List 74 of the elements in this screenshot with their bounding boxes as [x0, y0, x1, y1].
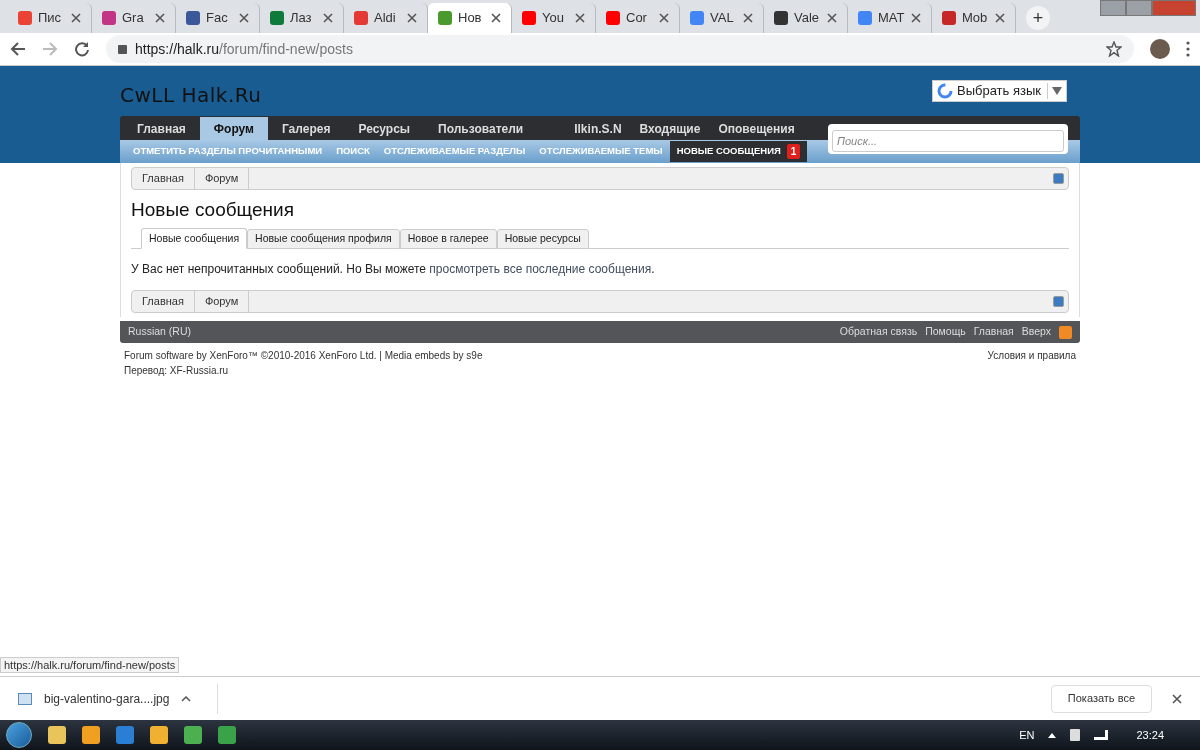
- avatar-icon[interactable]: [1150, 39, 1170, 59]
- clock-text[interactable]: 23:24: [1136, 726, 1164, 744]
- page-title: Новые сообщения: [131, 198, 295, 222]
- breadcrumb-link[interactable]: Главная: [132, 291, 195, 312]
- content-tab[interactable]: Новые сообщения: [141, 228, 248, 249]
- close-icon[interactable]: [575, 13, 585, 23]
- tab-title: Gra: [122, 9, 144, 28]
- tab-title: Aldi: [374, 9, 396, 28]
- address-field[interactable]: https://halk.ru/forum/find-new/posts: [106, 35, 1134, 63]
- nav-link[interactable]: Входящие: [630, 117, 710, 140]
- browser-tab[interactable]: Нов: [428, 3, 512, 33]
- translation-link[interactable]: Перевод: XF-Russia.ru: [124, 363, 483, 378]
- search-field[interactable]: Поиск...: [832, 130, 1064, 152]
- star-icon[interactable]: [1106, 41, 1122, 57]
- tab-title: Пис: [38, 9, 62, 28]
- content-tab[interactable]: Новые сообщения профиля: [247, 229, 400, 249]
- count-badge: 1: [786, 144, 801, 159]
- close-icon[interactable]: [827, 13, 837, 23]
- tab-title: Cor: [626, 9, 647, 28]
- status-message: У Вас нет непрочитанных сообщений. Но Вы можете просмотреть все последние сообщения.: [131, 261, 656, 278]
- breadcrumb-link[interactable]: Форум: [194, 168, 250, 189]
- breadcrumb-link[interactable]: Форум: [194, 291, 250, 312]
- language-link[interactable]: Russian (RU): [128, 324, 191, 340]
- nav-link[interactable]: Ilkin.S.N: [565, 117, 631, 140]
- show-all-button[interactable]: Показать все: [1050, 684, 1152, 713]
- close-icon[interactable]: [239, 13, 249, 23]
- caret-icon: [1052, 87, 1062, 95]
- close-icon[interactable]: [155, 13, 165, 23]
- start-button[interactable]: [6, 722, 32, 748]
- tab-title: Vale: [794, 9, 820, 28]
- subnav-link[interactable]: НОВЫЕ СООБЩЕНИЯ 1: [669, 141, 808, 162]
- close-icon[interactable]: [743, 13, 753, 23]
- new-tab-button[interactable]: +: [1026, 6, 1050, 30]
- tab-title: Mob: [962, 9, 988, 28]
- nav-tab[interactable]: Пользователи: [424, 117, 538, 140]
- language-dropdown[interactable]: Выбрать язык: [932, 80, 1067, 102]
- tab-title: You: [542, 9, 564, 28]
- close-icon[interactable]: [491, 13, 501, 23]
- status-url: https://halk.ru/forum/find-new/posts: [0, 657, 180, 673]
- tab-title: Нов: [458, 9, 482, 28]
- close-icon[interactable]: [407, 13, 417, 23]
- tab-title: Лаз: [290, 9, 312, 28]
- tab-title: MAT: [878, 9, 905, 28]
- tab-title: Fac: [206, 9, 228, 28]
- nav-tab[interactable]: Форум: [199, 117, 268, 140]
- footer-link[interactable]: Главная: [973, 324, 1014, 340]
- language-indicator[interactable]: EN: [1019, 726, 1035, 744]
- breadcrumb-link[interactable]: Главная: [132, 168, 195, 189]
- back-icon[interactable]: [10, 42, 26, 56]
- caret-icon[interactable]: [181, 695, 192, 702]
- copyright-text: Forum software by XenForo™ ©2010-2016 XenForo Ltd. | Media embeds by s9e: [124, 349, 483, 363]
- close-icon[interactable]: [911, 13, 921, 23]
- footer-link[interactable]: Помощь: [925, 324, 966, 340]
- content-tab[interactable]: Новое в галерее: [399, 229, 497, 249]
- footer-link[interactable]: Обратная связь: [839, 324, 918, 340]
- reload-icon[interactable]: [74, 41, 90, 57]
- tray-arrow-icon[interactable]: [1048, 732, 1057, 738]
- close-icon[interactable]: [1172, 693, 1182, 704]
- close-icon[interactable]: [995, 13, 1005, 23]
- menu-icon[interactable]: [1186, 41, 1190, 57]
- close-icon[interactable]: [659, 13, 669, 23]
- url-text: https://halk.ru/forum/find-new/posts: [135, 39, 353, 59]
- tab-title: VAL: [710, 9, 734, 28]
- close-icon[interactable]: [71, 13, 81, 23]
- content-tab[interactable]: Новые ресурсы: [496, 229, 589, 249]
- nav-tab[interactable]: Галерея: [267, 117, 345, 140]
- nav-link[interactable]: Оповещения: [709, 117, 804, 140]
- download-filename[interactable]: big-valentino-gara....jpg: [44, 689, 170, 708]
- nav-tab[interactable]: Ресурсы: [344, 117, 425, 140]
- terms-link[interactable]: Условия и правила: [987, 348, 1076, 378]
- footer-link[interactable]: Вверх: [1021, 324, 1051, 340]
- nav-tab[interactable]: Главная: [123, 117, 200, 140]
- close-icon[interactable]: [323, 13, 333, 23]
- image-file-icon: [18, 692, 32, 705]
